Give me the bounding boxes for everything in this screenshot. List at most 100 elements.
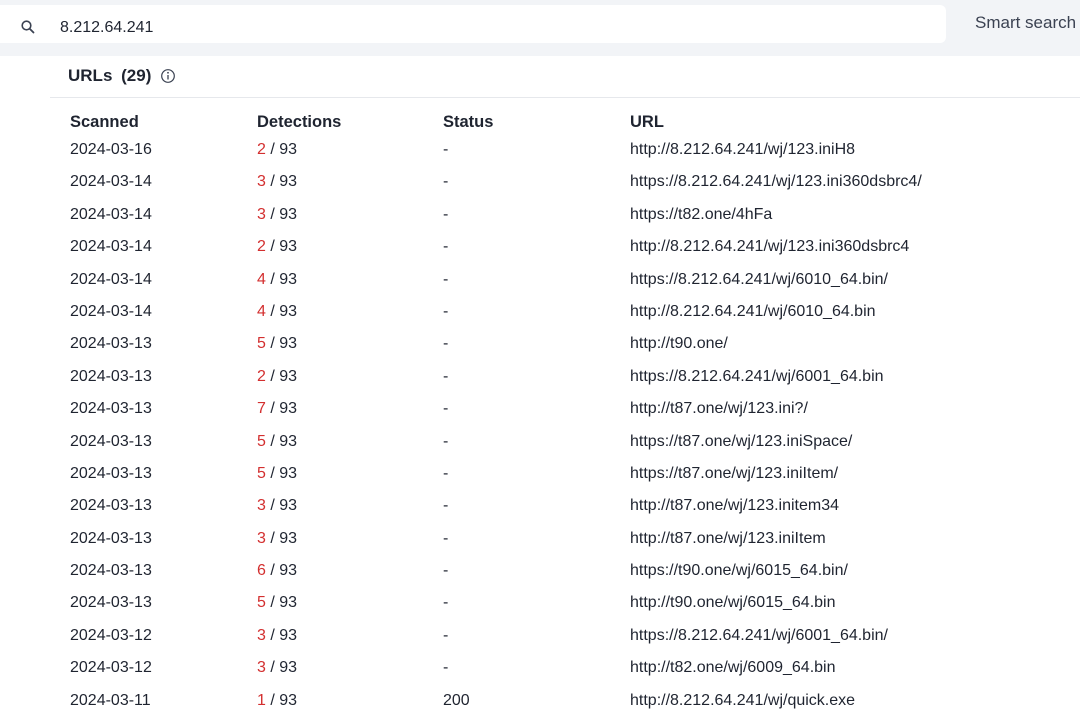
detections-count: 5 <box>257 432 266 450</box>
url-link[interactable]: https://8.212.64.241/wj/6001_64.bin/ <box>630 627 888 645</box>
search-input[interactable] <box>60 16 920 40</box>
detections-cell: 5 / 93 <box>257 465 297 483</box>
detections-count: 3 <box>257 497 266 515</box>
detections-cell: 3 / 93 <box>257 497 297 515</box>
scanned-date: 2024-03-14 <box>70 238 152 256</box>
search-icon <box>21 20 35 34</box>
scanned-date: 2024-03-13 <box>70 464 152 482</box>
detections-total: / 93 <box>265 497 298 515</box>
status-value: - <box>443 626 449 644</box>
detections-total: / 93 <box>265 205 298 223</box>
column-header-status[interactable]: Status <box>443 113 493 132</box>
table-row[interactable]: 2024-03-14 4 / 93 - https://8.212.64.241/wj… <box>70 267 1080 299</box>
info-icon[interactable] <box>160 68 176 84</box>
urls-section-header: URLs (29) <box>50 56 1080 98</box>
table-row[interactable]: 2024-03-14 4 / 93 - http://8.212.64.241/wj/… <box>70 299 1080 331</box>
table-row[interactable]: 2024-03-13 5 / 93 - https://t87.one/wj/123.… <box>70 461 1080 493</box>
table-row[interactable]: 2024-03-13 7 / 93 - http://t87.one/wj/123.i… <box>70 396 1080 428</box>
detections-cell: 2 / 93 <box>257 141 297 159</box>
detections-total: / 93 <box>265 562 298 580</box>
url-link[interactable]: http://8.212.64.241/wj/6010_64.bin <box>630 303 876 321</box>
url-link[interactable]: http://8.212.64.241/wj/123.iniH8 <box>630 141 855 159</box>
url-link[interactable]: https://8.212.64.241/wj/6001_64.bin <box>630 368 884 386</box>
table-row[interactable]: 2024-03-13 3 / 93 - http://t87.one/wj/123.i… <box>70 493 1080 525</box>
scanned-date: 2024-03-14 <box>70 205 152 223</box>
table-row[interactable]: 2024-03-14 3 / 93 - https://8.212.64.241/wj… <box>70 169 1080 201</box>
url-link[interactable]: http://t82.one/wj/6009_64.bin <box>630 659 836 677</box>
detections-cell: 5 / 93 <box>257 594 297 612</box>
smart-search-button[interactable]: Smart search <box>975 13 1076 33</box>
detections-total: / 93 <box>265 270 298 288</box>
detections-total: / 93 <box>265 659 298 677</box>
detections-total: / 93 <box>265 367 298 385</box>
table-row[interactable]: 2024-03-12 3 / 93 - https://8.212.64.241/wj… <box>70 623 1080 655</box>
table-row[interactable]: 2024-03-11 1 / 93 200 http://8.212.64.241/w… <box>70 688 1080 720</box>
url-link[interactable]: http://t90.one/ <box>630 335 728 353</box>
detections-total: / 93 <box>265 238 298 256</box>
status-value: - <box>443 529 449 547</box>
detections-cell: 2 / 93 <box>257 238 297 256</box>
section-title-label: URLs <box>68 66 113 85</box>
column-header-detections[interactable]: Detections <box>257 113 341 132</box>
url-link[interactable]: http://t87.one/wj/123.iniItem <box>630 530 826 548</box>
status-value: - <box>443 335 449 353</box>
detections-total: / 93 <box>265 529 298 547</box>
url-link[interactable]: https://8.212.64.241/wj/6010_64.bin/ <box>630 271 888 289</box>
scanned-date: 2024-03-13 <box>70 529 152 547</box>
table-row[interactable]: 2024-03-12 3 / 93 - http://t82.one/wj/6009_… <box>70 655 1080 687</box>
table-row[interactable]: 2024-03-13 6 / 93 - https://t90.one/wj/6015… <box>70 558 1080 590</box>
table-row[interactable]: 2024-03-16 2 / 93 - http://8.212.64.241/wj/… <box>70 137 1080 169</box>
status-value: - <box>443 562 449 580</box>
section-count: (29) <box>121 66 152 85</box>
url-link[interactable]: http://8.212.64.241/wj/quick.exe <box>630 692 855 710</box>
detections-total: / 93 <box>265 464 298 482</box>
scanned-date: 2024-03-13 <box>70 367 152 385</box>
scanned-date: 2024-03-16 <box>70 141 152 158</box>
detections-count: 1 <box>257 691 266 709</box>
url-link[interactable]: https://t87.one/wj/123.iniSpace/ <box>630 433 852 451</box>
url-link[interactable]: https://t87.one/wj/123.iniItem/ <box>630 465 838 483</box>
table-row[interactable]: 2024-03-13 5 / 93 - http://t90.one/ <box>70 331 1080 363</box>
search-box[interactable] <box>0 5 946 43</box>
detections-total: / 93 <box>265 400 298 418</box>
table-row[interactable]: 2024-03-13 5 / 93 - https://t87.one/wj/123.… <box>70 429 1080 461</box>
scanned-date: 2024-03-14 <box>70 270 152 288</box>
detections-cell: 4 / 93 <box>257 303 297 321</box>
column-header-scanned[interactable]: Scanned <box>70 113 139 132</box>
table-row[interactable]: 2024-03-14 3 / 93 - https://t82.one/4hFa <box>70 202 1080 234</box>
status-value: - <box>443 270 449 288</box>
detections-cell: 4 / 93 <box>257 271 297 289</box>
detections-count: 4 <box>257 270 266 288</box>
scanned-date: 2024-03-13 <box>70 335 152 353</box>
url-link[interactable]: https://t82.one/4hFa <box>630 206 772 224</box>
url-link[interactable]: http://t90.one/wj/6015_64.bin <box>630 594 836 612</box>
column-header-url[interactable]: URL <box>630 113 664 132</box>
scanned-date: 2024-03-12 <box>70 659 152 677</box>
url-link[interactable]: http://t87.one/wj/123.initem34 <box>630 497 839 515</box>
detections-cell: 1 / 93 <box>257 692 297 710</box>
table-body: 2024-03-16 2 / 93 - http://8.212.64.241/wj/… <box>70 137 1080 720</box>
status-value: - <box>443 400 449 418</box>
url-link[interactable]: http://8.212.64.241/wj/123.ini360dsbrc4 <box>630 238 909 256</box>
table-row[interactable]: 2024-03-13 2 / 93 - https://8.212.64.241/wj… <box>70 364 1080 396</box>
detections-cell: 5 / 93 <box>257 433 297 451</box>
scanned-date: 2024-03-12 <box>70 626 152 644</box>
detections-total: / 93 <box>265 141 298 158</box>
scanned-date: 2024-03-13 <box>70 562 152 580</box>
url-link[interactable]: http://t87.one/wj/123.ini?/ <box>630 400 808 418</box>
detections-count: 5 <box>257 594 266 612</box>
detections-cell: 7 / 93 <box>257 400 297 418</box>
detections-cell: 3 / 93 <box>257 173 297 191</box>
detections-total: / 93 <box>265 594 298 612</box>
detections-total: / 93 <box>265 335 298 353</box>
status-value: - <box>443 173 449 191</box>
table-row[interactable]: 2024-03-13 3 / 93 - http://t87.one/wj/123.i… <box>70 526 1080 558</box>
url-link[interactable]: https://8.212.64.241/wj/123.ini360dsbrc4… <box>630 173 922 191</box>
table-row[interactable]: 2024-03-14 2 / 93 - http://8.212.64.241/wj/… <box>70 234 1080 266</box>
scanned-date: 2024-03-13 <box>70 497 152 515</box>
detections-count: 5 <box>257 464 266 482</box>
detections-count: 2 <box>257 141 266 158</box>
table-row[interactable]: 2024-03-13 5 / 93 - http://t90.one/wj/6015_… <box>70 590 1080 622</box>
detections-count: 6 <box>257 562 266 580</box>
url-link[interactable]: https://t90.one/wj/6015_64.bin/ <box>630 562 848 580</box>
